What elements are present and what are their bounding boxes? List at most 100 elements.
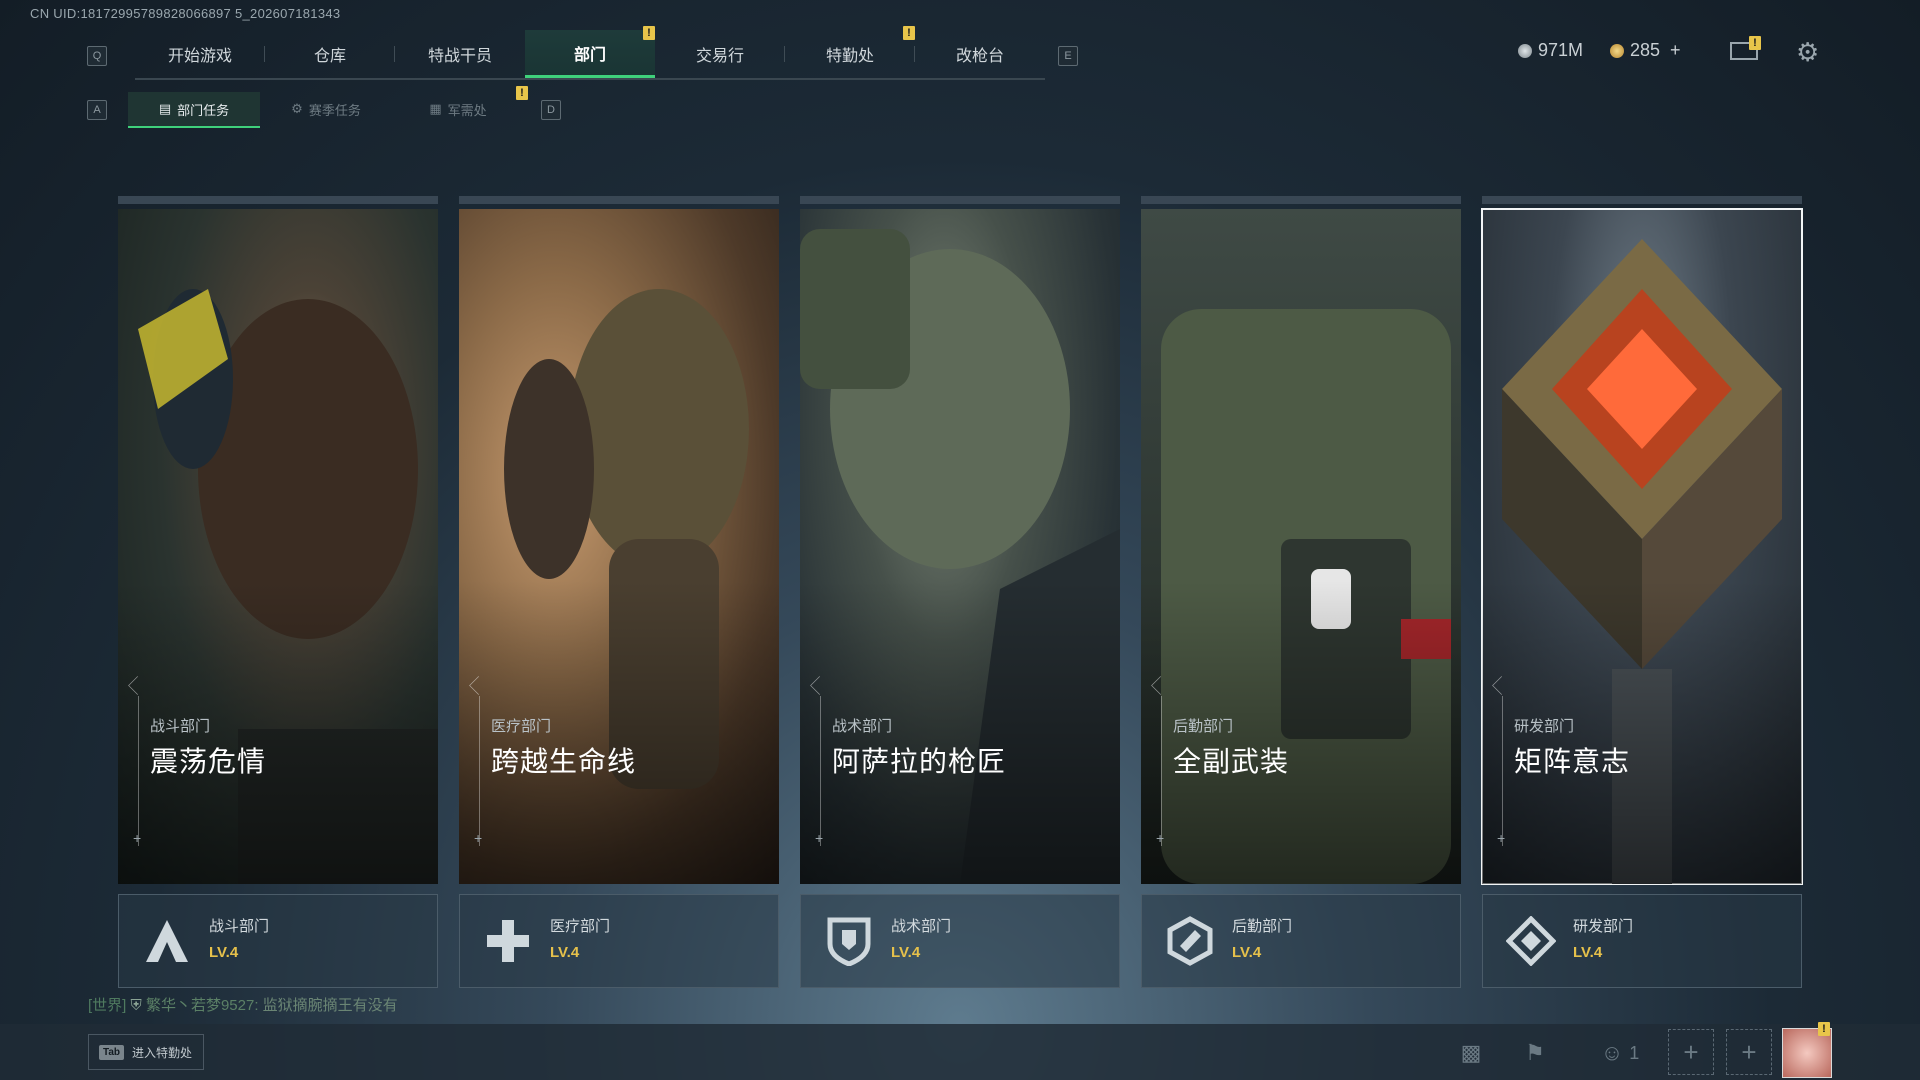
tab-trade[interactable]: 交易行 [655, 30, 785, 78]
chat-user: 繁华丶若梦9527: [145, 997, 259, 1014]
friends-button[interactable]: ☺ 1 [1590, 1038, 1650, 1068]
subtab-label: 赛季任务 [308, 102, 361, 118]
next-subtab-key[interactable]: D [541, 100, 561, 120]
card-dept-label: 后勤部门 [1173, 718, 1234, 735]
team-slot-add-button[interactable]: + [1726, 1029, 1772, 1075]
season-icon: ⚙ [291, 101, 303, 116]
tab-label: 开始游戏 [167, 48, 232, 65]
tab-label: 部门 [573, 46, 606, 64]
dept-level-tactical[interactable]: 战术部门 LV.4 [800, 894, 1120, 988]
subtab-season-tasks[interactable]: ⚙ 赛季任务 [260, 92, 392, 126]
notification-badge: ! [903, 26, 915, 40]
gold-currency: 285 + [1610, 40, 1681, 61]
tab-label: 改枪台 [955, 48, 1004, 65]
card-header-strip [1141, 196, 1461, 204]
rnd-artwork [1481, 208, 1803, 885]
next-tab-key[interactable]: E [1058, 46, 1078, 66]
supply-icon: ▦ [429, 101, 442, 116]
rnd-icon [1503, 913, 1559, 969]
dept-level: LV.4 [1232, 944, 1262, 961]
card-dept-label: 医疗部门 [491, 718, 552, 735]
prev-tab-key[interactable]: Q [87, 46, 107, 66]
tab-department[interactable]: 部门 ! [525, 26, 655, 78]
settings-gear-icon[interactable]: ⚙ [1796, 37, 1819, 68]
dept-level-medical[interactable]: 医疗部门 LV.4 [459, 894, 779, 988]
tactical-icon [821, 913, 877, 969]
plus-icon: + [1497, 830, 1506, 846]
card-title: 阿萨拉的枪匠 [832, 746, 1007, 777]
card-dept-label: 战术部门 [832, 718, 893, 735]
tab-special-ops[interactable]: 特勤处 ! [785, 26, 915, 78]
card-header-strip [118, 196, 438, 204]
task-icon: ▤ [158, 101, 172, 116]
dept-name: 医疗部门 [550, 918, 611, 935]
dept-name: 战术部门 [891, 918, 952, 935]
prev-subtab-key[interactable]: A [87, 100, 107, 120]
notification-badge: ! [643, 26, 655, 40]
card-dept-label: 研发部门 [1514, 718, 1575, 735]
dept-card-combat[interactable]: 战斗部门 震荡危情 + [118, 196, 438, 884]
subtab-quartermaster[interactable]: ▦ 军需处 ! [392, 86, 528, 126]
silver-coin-icon [1518, 43, 1532, 58]
dept-card-rnd[interactable]: 研发部门 矩阵意志 + [1481, 196, 1803, 885]
dept-level: LV.4 [209, 944, 239, 961]
medical-icon [480, 913, 536, 969]
dept-name: 后勤部门 [1232, 918, 1293, 935]
dept-level: LV.4 [891, 944, 921, 961]
tab-gunsmith[interactable]: 改枪台 [915, 30, 1045, 78]
notification-badge: ! [516, 86, 528, 100]
card-header-strip [459, 196, 779, 204]
stats-chart-icon[interactable]: ▩ [1456, 1038, 1486, 1068]
logistics-icon [1162, 913, 1218, 969]
chat-channel: [世界] [88, 997, 127, 1014]
dept-level-combat[interactable]: 战斗部门 LV.4 [118, 894, 438, 988]
enter-special-ops-button[interactable]: Tab 进入特勤处 [88, 1034, 204, 1070]
subtab-label: 军需处 [447, 102, 487, 118]
main-nav: 开始游戏 仓库 特战干员 部门 ! 交易行 特勤处 ! 改枪台 [135, 26, 1045, 80]
plus-icon: + [133, 830, 142, 846]
dept-level: LV.4 [550, 944, 580, 961]
silver-amount: 971M [1538, 40, 1584, 60]
medical-artwork [459, 209, 779, 884]
card-title: 震荡危情 [150, 746, 267, 777]
card-title: 跨越生命线 [491, 746, 637, 777]
dept-card-logistics[interactable]: 后勤部门 全副武装 + [1141, 196, 1461, 884]
dept-card-medical[interactable]: 医疗部门 跨越生命线 + [459, 196, 779, 884]
tab-warehouse[interactable]: 仓库 [265, 30, 395, 78]
card-dept-label: 战斗部门 [150, 718, 211, 735]
gold-coin-icon [1610, 43, 1624, 58]
tab-label: 仓库 [313, 48, 346, 65]
tab-start-game[interactable]: 开始游戏 [135, 30, 265, 78]
dept-level-logistics[interactable]: 后勤部门 LV.4 [1141, 894, 1461, 988]
card-header-strip [1482, 196, 1802, 204]
tab-key: Tab [99, 1044, 125, 1060]
dept-card-tactical[interactable]: 战术部门 阿萨拉的枪匠 + [800, 196, 1120, 884]
tab-label: 特战干员 [427, 48, 492, 65]
flag-icon[interactable]: ⚑ [1520, 1038, 1550, 1068]
notification-badge: ! [1818, 1022, 1830, 1036]
logistics-artwork [1141, 209, 1461, 884]
world-chat-line[interactable]: [世界] ⛨ 繁华丶若梦9527: 监狱摘腕摘王有没有 [88, 994, 398, 1015]
plus-icon: + [474, 830, 483, 846]
card-header-strip [800, 196, 1120, 204]
shield-icon: ⛨ [130, 997, 142, 1014]
silver-currency: 971M [1518, 40, 1583, 61]
subtab-label: 部门任务 [177, 102, 230, 118]
subtab-dept-tasks[interactable]: ▤ 部门任务 [128, 92, 260, 128]
friends-count: 1 [1629, 1042, 1640, 1063]
plus-icon: + [1156, 830, 1165, 846]
dept-name: 战斗部门 [209, 918, 270, 935]
dept-level-rnd[interactable]: 研发部门 LV.4 [1482, 894, 1802, 988]
combat-icon [139, 913, 195, 969]
tab-label: 交易行 [695, 48, 744, 65]
plus-icon: + [815, 830, 824, 846]
add-currency-button[interactable]: + [1670, 40, 1681, 61]
chat-message: 监狱摘腕摘王有没有 [262, 997, 398, 1014]
gold-amount: 285 [1630, 40, 1661, 60]
card-title: 矩阵意志 [1514, 746, 1631, 777]
friends-icon: ☺ [1600, 1040, 1624, 1065]
dept-level: LV.4 [1573, 944, 1603, 961]
tab-operators[interactable]: 特战干员 [395, 30, 525, 78]
team-slot-add-button[interactable]: + [1668, 1029, 1714, 1075]
dept-name: 研发部门 [1573, 918, 1634, 935]
